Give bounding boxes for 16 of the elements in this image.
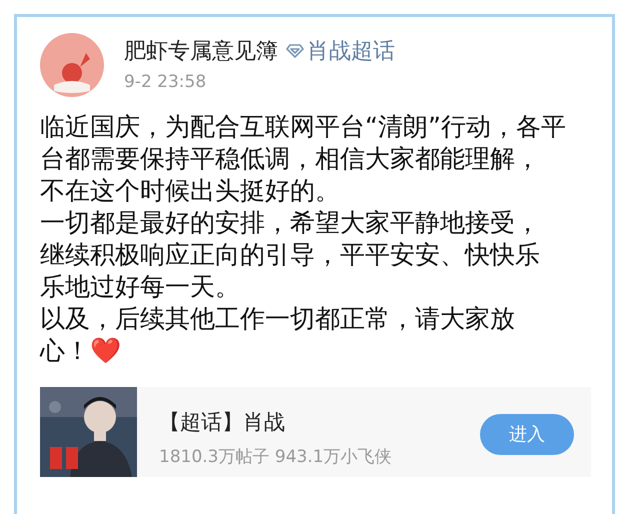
topic-stats: 1810.3万帖子 943.1万小飞侠 [159,446,392,468]
post-text-line: 台都需要保持平稳低调，相信大家都能理解， [40,143,540,175]
post-text-line: 继续积极响应正向的引导，平平安安、快快乐 [40,239,540,271]
post-text-line: 临近国庆，为配合互联网平台“清朗”行动，各平 [40,111,566,143]
topic-link[interactable]: 肖战超话 [307,34,395,68]
diamond-icon [286,44,304,58]
avatar[interactable] [40,33,104,97]
post-text-line: 一切都是最好的安排，希望大家平静地接受， [40,207,540,239]
topic-title[interactable]: 【超话】肖战 [159,407,392,438]
post-text-line: 以及，后续其他工作一切都正常，请大家放 [40,303,515,335]
post-text-line: 心！❤ [40,335,121,367]
post-text-line: 乐地过好每一天。 [40,271,240,303]
post-text-line: 不在这个时候出头挺好的。 [40,175,340,207]
author-name[interactable]: 肥虾专属意见簿 [124,34,278,68]
post-time: 9-2 23:58 [124,70,208,94]
topic-card[interactable]: 【超话】肖战 1810.3万帖子 943.1万小飞侠 进入 [40,387,591,477]
